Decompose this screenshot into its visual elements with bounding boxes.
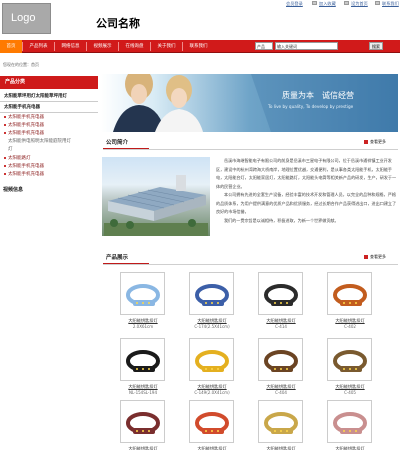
product-name[interactable]: 大阳能钥匙扣灯	[326, 446, 374, 450]
product-code: C-402	[344, 324, 356, 329]
product-name[interactable]: 大阳能钥匙扣灯	[119, 446, 167, 450]
nav-item-products[interactable]: 产品列表	[23, 40, 54, 53]
company-name: 公司名称	[96, 17, 140, 30]
sidebar-category-sub[interactable]: 太阳能路灯	[0, 155, 98, 163]
product-image[interactable]	[120, 338, 165, 381]
product-code: C-404	[275, 390, 287, 395]
product-image[interactable]	[327, 272, 372, 315]
product-image[interactable]	[120, 400, 165, 443]
set-homepage-link[interactable]: 设为首页	[351, 1, 368, 7]
breadcrumb: 您现在的位置：首页	[3, 62, 39, 67]
banner-slogan: 质量为本 诚信经营	[282, 91, 354, 100]
product-code: C-149(2.0X41cm)	[194, 390, 230, 395]
search-button[interactable]: 搜索	[369, 42, 383, 50]
products-title: 产品展示	[106, 255, 129, 261]
search-input[interactable]: 输入关键词	[275, 42, 338, 50]
product-image[interactable]	[258, 338, 303, 381]
product-name[interactable]: 大阳能钥匙扣灯	[188, 446, 236, 450]
product-image[interactable]	[327, 338, 372, 381]
intro-title: 公司简介	[106, 140, 129, 146]
contact-icon	[375, 1, 380, 5]
main-nav: 首页 产品列表 网络信息 视频展示 在线询盘 关于我们 联系我们	[0, 40, 400, 53]
product-name[interactable]: 大阳能钥匙扣灯	[257, 446, 305, 450]
sidebar-category-main[interactable]: 太阳能手机充电器	[0, 103, 98, 113]
product-code: 2.0X61cm	[132, 324, 154, 329]
sidebar-category-sub[interactable]: 太阳能供电照明太阳能庭院用灯	[0, 138, 98, 146]
product-code: NL-154SL-194	[128, 390, 157, 395]
intro-paragraph: 我们的一贯宗旨是以诚相待，积极进取，为新一个世界做贡献。	[224, 217, 339, 223]
search-category-select[interactable]: 产品	[255, 42, 273, 50]
top-links: 会员登录 加入收藏 设为首页 联系我们	[284, 0, 400, 9]
add-favorite-link[interactable]: 加入收藏	[319, 1, 336, 7]
product-image[interactable]	[120, 272, 165, 315]
sidebar-category-sub[interactable]: 太阳能手机充电器	[0, 130, 98, 138]
sidebar-video-title: 视频信息	[3, 187, 24, 193]
nav-item-video[interactable]: 视频展示	[87, 40, 118, 53]
intro-text: 岳溪市海继智能电子有限公司的前身是岳溪市三星电子有限公司，位于岳溪市通祥镇工业开…	[216, 157, 398, 225]
sidebar-category-sub[interactable]: 太阳能手机充电器	[0, 163, 98, 171]
product-image[interactable]	[189, 272, 234, 315]
sidebar-category-sub[interactable]: 太阳能手机充电器	[0, 122, 98, 130]
sidebar-category-sub[interactable]: 太阳能手机充电器	[0, 114, 98, 122]
product-code: C-174(2.5X41cm)	[194, 324, 230, 329]
nav-item-contact[interactable]: 联系我们	[183, 40, 214, 53]
intro-paragraph: 本公司拥有先进的全套生产设备，经验丰富的技术开发和管理人员，以完全的品种和规格，…	[216, 192, 397, 214]
favorite-icon	[312, 1, 317, 5]
products-divider	[103, 264, 398, 265]
hero-banner	[101, 74, 398, 132]
logo-text: Logo	[11, 12, 36, 24]
intro-divider	[103, 149, 398, 150]
intro-more-link[interactable]: 查看更多	[364, 139, 386, 145]
home-icon	[344, 1, 349, 5]
banner-people-image	[113, 74, 398, 132]
nav-item-about[interactable]: 关于我们	[151, 40, 182, 53]
sidebar-category-main[interactable]: 太阳能草坪用灯太阳能草坪用灯	[0, 92, 98, 102]
nav-item-news[interactable]: 网络信息	[55, 40, 86, 53]
nav-item-home[interactable]: 首页	[0, 40, 22, 53]
product-code: C-414	[275, 324, 287, 329]
product-image[interactable]	[258, 272, 303, 315]
product-image[interactable]	[189, 400, 234, 443]
nav-item-inquiry[interactable]: 在线询盘	[119, 40, 150, 53]
sidebar-title: 产品分类	[0, 76, 98, 89]
product-code: C-405	[344, 390, 356, 395]
login-link[interactable]: 会员登录	[286, 1, 303, 7]
factory-image	[102, 157, 210, 236]
products-more-link[interactable]: 查看更多	[364, 254, 386, 260]
product-image[interactable]	[189, 338, 234, 381]
sidebar-category-sub[interactable]: 太阳能手机充电器	[0, 171, 98, 179]
banner-slogan-english: To live by quality, To develop by presti…	[268, 104, 354, 109]
intro-paragraph: 岳溪市海继智能电子有限公司的前身是岳溪市三星电子有限公司，位于岳溪市通祥镇工业开…	[216, 158, 397, 189]
contact-link[interactable]: 联系我们	[382, 1, 399, 7]
logo[interactable]: Logo	[2, 3, 51, 34]
product-image[interactable]	[258, 400, 303, 443]
sidebar-category-sub[interactable]: 灯	[0, 146, 98, 154]
product-image[interactable]	[327, 400, 372, 443]
